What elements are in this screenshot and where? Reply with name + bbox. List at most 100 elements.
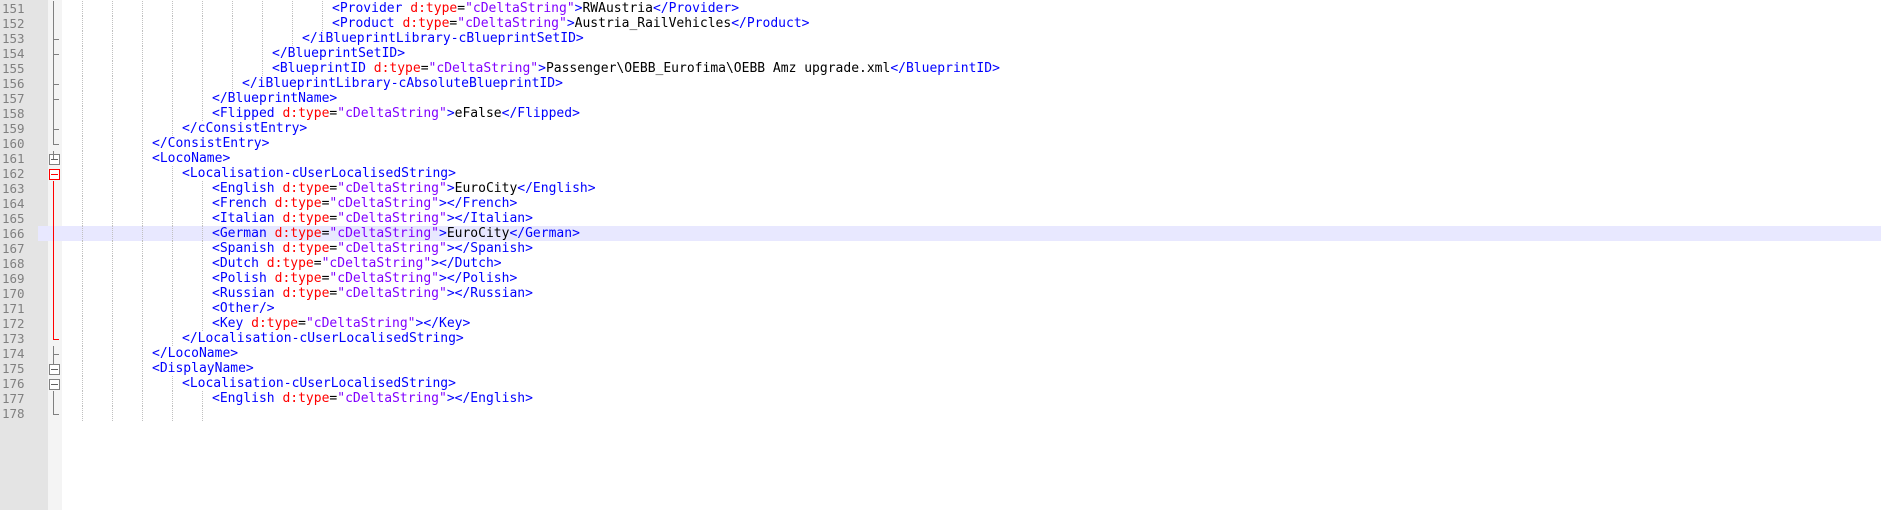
indent-guide — [172, 256, 173, 271]
indent-guide — [202, 16, 203, 31]
indent-guide — [202, 91, 203, 106]
syntax-token: <Russian — [212, 286, 283, 301]
syntax-token: </German> — [509, 226, 580, 241]
indent-guide — [232, 46, 233, 61]
fold-toggle-icon[interactable] — [49, 364, 60, 375]
fold-toggle-icon[interactable] — [49, 169, 60, 180]
indent-guide — [112, 241, 113, 256]
syntax-token: "cDeltaString" — [337, 241, 447, 256]
syntax-token: ></Polish> — [439, 271, 518, 286]
indent-guide — [172, 316, 173, 331]
indent-guide — [82, 151, 83, 166]
code-line[interactable]: 152 <Product d:type="cDeltaString">Austri… — [0, 16, 1881, 31]
syntax-token: <Key — [212, 316, 252, 331]
code-line[interactable]: 158 <Flipped d:type="cDeltaString">eFalse… — [0, 106, 1881, 121]
indent-guide — [172, 166, 173, 181]
code-line[interactable]: 171 <Other/> — [0, 301, 1881, 316]
indent-guide — [172, 16, 173, 31]
code-line[interactable]: 162 <Localisation-cUserLocalisedString> — [0, 166, 1881, 181]
code-line[interactable]: 172 <Key d:type="cDeltaString"></Key> — [0, 316, 1881, 331]
line-number: 174 — [2, 346, 25, 361]
syntax-token: "cDeltaString" — [465, 1, 575, 16]
syntax-token: = — [457, 1, 466, 16]
code-line[interactable]: 165 <Italian d:type="cDeltaString"></Ital… — [0, 211, 1881, 226]
indent-guide — [82, 76, 83, 91]
syntax-token: eFalse — [454, 106, 502, 121]
line-number: 156 — [2, 76, 25, 91]
code-line[interactable]: 175 <DisplayName> — [0, 361, 1881, 376]
fold-toggle-icon[interactable] — [49, 379, 60, 390]
code-line[interactable]: 167 <Spanish d:type="cDeltaString"></Span… — [0, 241, 1881, 256]
indent-guide — [142, 151, 143, 166]
indent-guide — [172, 241, 173, 256]
code-line[interactable]: 174 </LocoName> — [0, 346, 1881, 361]
syntax-token: Austria_RailVehicles — [574, 16, 732, 31]
syntax-token: ></Spanish> — [446, 241, 533, 256]
indent-guide — [202, 316, 203, 331]
fold-range-line — [53, 1, 54, 144]
syntax-token: "cDeltaString" — [337, 286, 447, 301]
syntax-token: <DisplayName> — [152, 361, 254, 376]
code-line[interactable]: 160 </ConsistEntry> — [0, 136, 1881, 151]
line-number: 163 — [2, 181, 25, 196]
code-text: </ConsistEntry> — [152, 136, 269, 151]
code-line[interactable]: 159 </cConsistEntry> — [0, 121, 1881, 136]
line-number: 165 — [2, 211, 25, 226]
syntax-token: d:type — [274, 271, 322, 286]
indent-guide — [112, 226, 113, 241]
syntax-token: "cDeltaString" — [305, 316, 416, 331]
syntax-token: d:type — [410, 1, 458, 16]
indent-guide — [202, 211, 203, 226]
code-line[interactable]: 168 <Dutch d:type="cDeltaString"></Dutch> — [0, 256, 1881, 271]
code-line[interactable]: 163 <English d:type="cDeltaString">EuroCi… — [0, 181, 1881, 196]
indent-guide — [112, 391, 113, 406]
indent-guide — [112, 151, 113, 166]
indent-guide — [202, 391, 203, 406]
code-line[interactable]: 169 <Polish d:type="cDeltaString"></Polis… — [0, 271, 1881, 286]
code-line[interactable]: 155 <BlueprintID d:type="cDeltaString">Pa… — [0, 61, 1881, 76]
code-text: </BlueprintSetID> — [272, 46, 405, 61]
code-line[interactable]: 166 <German d:type="cDeltaString">EuroCit… — [0, 226, 1881, 241]
fold-toggle-icon[interactable] — [49, 154, 60, 165]
fold-end-marker — [53, 84, 59, 85]
code-line[interactable]: 157 </BlueprintName> — [0, 91, 1881, 106]
indent-guide — [292, 1, 293, 16]
indent-guide — [172, 121, 173, 136]
indent-guide — [82, 256, 83, 271]
indent-guide — [202, 286, 203, 301]
code-line[interactable]: 178 — [0, 406, 1881, 421]
code-editor[interactable]: 151 <Provider d:type="cDeltaString">RWAus… — [0, 0, 1881, 510]
code-line[interactable]: 156 </iBlueprintLibrary-cAbsoluteBlueprin… — [0, 76, 1881, 91]
code-line[interactable]: 164 <French d:type="cDeltaString"></Frenc… — [0, 196, 1881, 211]
code-line[interactable]: 161 <LocoName> — [0, 151, 1881, 166]
syntax-token: <Localisation-cUserLocalisedString> — [182, 376, 456, 391]
indent-guide — [172, 181, 173, 196]
code-text: </cConsistEntry> — [182, 121, 307, 136]
indent-guide — [82, 286, 83, 301]
indent-guide — [142, 361, 143, 376]
syntax-token: </Localisation-cUserLocalisedString> — [182, 331, 464, 346]
code-line[interactable]: 173 </Localisation-cUserLocalisedString> — [0, 331, 1881, 346]
indent-guide — [82, 91, 83, 106]
code-line[interactable]: 153 </iBlueprintLibrary-cBlueprintSetID> — [0, 31, 1881, 46]
syntax-token: > — [446, 181, 455, 196]
code-line[interactable]: 151 <Provider d:type="cDeltaString">RWAus… — [0, 1, 1881, 16]
indent-guide — [82, 166, 83, 181]
syntax-token: Passenger\OEBB_Eurofima\OEBB Amz upgrade… — [545, 61, 891, 76]
syntax-token: <BlueprintID — [272, 61, 374, 76]
code-line[interactable]: 170 <Russian d:type="cDeltaString"></Russ… — [0, 286, 1881, 301]
indent-guide — [172, 286, 173, 301]
code-line[interactable]: 177 <English d:type="cDeltaString"></Engl… — [0, 391, 1881, 406]
line-number: 166 — [0, 226, 38, 241]
indent-guide — [202, 181, 203, 196]
indent-guide — [82, 136, 83, 151]
indent-guide — [112, 136, 113, 151]
indent-guide — [172, 331, 173, 346]
code-text: </BlueprintName> — [212, 91, 337, 106]
line-number: 173 — [2, 331, 25, 346]
code-line[interactable]: 154 </BlueprintSetID> — [0, 46, 1881, 61]
code-line[interactable]: 176 <Localisation-cUserLocalisedString> — [0, 376, 1881, 391]
line-number: 153 — [2, 31, 25, 46]
code-text: <Dutch d:type="cDeltaString"></Dutch> — [212, 256, 502, 271]
indent-guide — [82, 181, 83, 196]
